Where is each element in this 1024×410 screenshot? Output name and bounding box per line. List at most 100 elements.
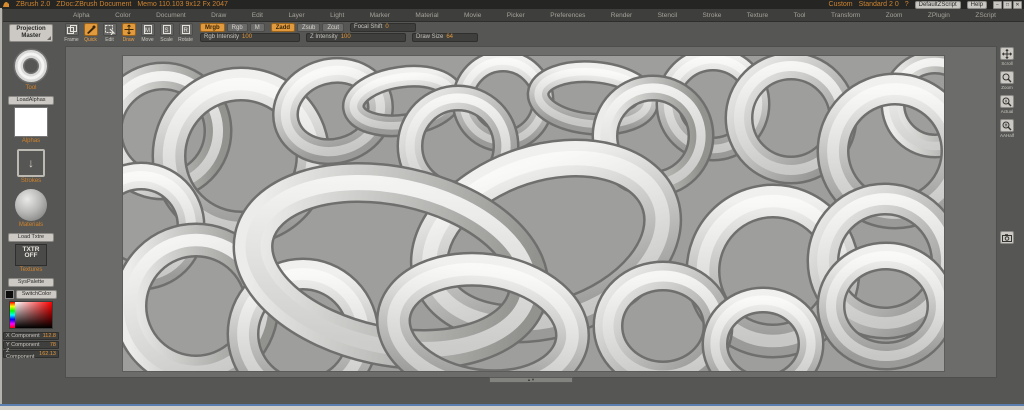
app-title: ZBrush 2.0 (16, 1, 51, 8)
left-shelf: Projection Master Tool LoadAlphas Alphas… (2, 24, 60, 360)
current-alpha-thumbnail[interactable] (14, 107, 48, 137)
projection-master-button[interactable]: Projection Master (9, 24, 53, 42)
scale-icon: S (159, 23, 174, 36)
saturation-value-square[interactable] (15, 302, 52, 328)
menu-stencil[interactable]: Stencil (658, 12, 678, 19)
current-texture-thumbnail[interactable]: TXTR OFF (15, 244, 47, 266)
material-label: Materials (18, 222, 44, 228)
close-button[interactable]: ✕ (1013, 0, 1022, 9)
menu-tool[interactable]: Tool (794, 12, 806, 19)
frame-mode-button[interactable]: Frame (63, 23, 80, 44)
menu-texture[interactable]: Texture (747, 12, 768, 19)
top-shelf: Frame Quick Edit Draw M Move S Scale R Rotate Mrg… (3, 22, 1024, 46)
alpha-label: Alphas (21, 138, 41, 144)
actual-button[interactable]: Actual (999, 95, 1015, 114)
current-tool-thumbnail[interactable] (13, 48, 49, 84)
snapshot-button[interactable] (1000, 231, 1014, 244)
scroll-button[interactable]: Scroll (999, 47, 1015, 66)
rgb-button[interactable]: Rgb (226, 23, 248, 32)
standard-label[interactable]: Standard 2 0 (859, 0, 899, 9)
menu-material[interactable]: Material (415, 12, 438, 19)
quick-mode-button[interactable]: Quick (82, 23, 99, 44)
canvas-area[interactable]: ▲▼ (65, 46, 997, 383)
draw-icon (121, 23, 136, 36)
color-picker[interactable] (9, 301, 53, 329)
switch-color-button[interactable]: SwitchColor (16, 290, 57, 299)
zoom-button[interactable]: Zoom (999, 71, 1015, 90)
load-alphas-button[interactable]: LoadAlphas (8, 96, 54, 105)
current-material-thumbnail[interactable] (15, 189, 47, 221)
menu-movie[interactable]: Movie (464, 12, 481, 19)
menu-draw[interactable]: Draw (211, 12, 226, 19)
focal-shift-slider[interactable]: Focal Shift 0 (350, 23, 417, 32)
menu-preferences[interactable]: Preferences (550, 12, 585, 19)
m-button[interactable]: M (249, 23, 265, 32)
edit-icon (102, 23, 117, 36)
menu-stroke[interactable]: Stroke (703, 12, 722, 19)
svg-text:R: R (183, 28, 188, 34)
sys-palette-button[interactable]: SysPalette (8, 278, 54, 287)
menu-edit[interactable]: Edit (252, 12, 263, 19)
zoom-icon (1000, 71, 1014, 84)
actual-icon (1000, 95, 1014, 108)
menu-document[interactable]: Document (156, 12, 186, 19)
zadd-button[interactable]: Zadd (270, 23, 296, 32)
custom-label[interactable]: Custom (829, 0, 853, 9)
torus-ring (409, 138, 683, 344)
draw-mode-button[interactable]: Draw (120, 23, 137, 44)
menu-render[interactable]: Render (611, 12, 632, 19)
help-button[interactable]: Help (966, 0, 987, 9)
zsub-button[interactable]: Zsub (297, 23, 321, 32)
menu-picker[interactable]: Picker (507, 12, 525, 19)
rotate-mode-button[interactable]: R Rotate (177, 23, 194, 44)
move-icon: M (140, 23, 155, 36)
down-arrow-icon: ↓ (28, 156, 34, 170)
load-texture-button[interactable]: Load Txtre (8, 233, 54, 242)
color-component-sliders: X Component 112.8 Y Component 78 Z Component… (3, 331, 59, 360)
scroll-icon (1000, 47, 1014, 60)
scale-mode-button[interactable]: S Scale (158, 23, 175, 44)
rotate-icon: R (178, 23, 193, 36)
menu-marker[interactable]: Marker (370, 12, 390, 19)
right-shelf: Scroll Zoom Actual AAHalf (999, 47, 1015, 138)
menu-zscript[interactable]: ZScript (975, 12, 996, 19)
menu-transform[interactable]: Transform (831, 12, 860, 19)
z-intensity-slider[interactable]: Z Intensity 100 (306, 33, 406, 42)
menu-color[interactable]: Color (115, 12, 131, 19)
aahalf-icon (1000, 119, 1014, 132)
doc-title: ZDoc:ZBrush Document (56, 1, 132, 8)
minimize-button[interactable]: − (993, 0, 1002, 9)
tray-divider-handle[interactable]: ▲▼ (489, 377, 573, 383)
z-component-slider[interactable]: Z Component 162.13 (3, 348, 59, 360)
help-question-mark[interactable]: ? (905, 0, 909, 9)
taskbar-sliver (0, 404, 1024, 410)
memo-readout: Memo 110.103 9x12 Fx 2047 (137, 1, 228, 8)
current-color-swatch[interactable] (5, 290, 14, 299)
zcut-button[interactable]: Zcut (322, 23, 345, 32)
menu-alpha[interactable]: Alpha (73, 12, 90, 19)
menu-zoom[interactable]: Zoom (886, 12, 903, 19)
default-zscript-button[interactable]: DefaultZScript (914, 0, 961, 9)
menu-zplugin[interactable]: ZPlugin (928, 12, 950, 19)
menubar: Alpha Color Document Draw Edit Layer Light Mark… (3, 9, 1024, 22)
zbrush-logo-icon (2, 1, 10, 8)
svg-text:S: S (164, 28, 168, 34)
rgb-intensity-slider[interactable]: Rgb Intensity 100 (200, 33, 300, 42)
restore-button[interactable]: □ (1003, 0, 1012, 9)
move-mode-button[interactable]: M Move (139, 23, 156, 44)
draw-size-slider[interactable]: Draw Size 64 (412, 33, 478, 42)
brush-settings: Mrgb Rgb M Zadd Zsub Zcut Focal Shift 0 Rgb I… (200, 23, 478, 42)
edit-mode-button[interactable]: Edit (101, 23, 118, 44)
quick-icon (83, 23, 98, 36)
frame-icon (64, 23, 79, 36)
current-stroke-thumbnail[interactable]: ↓ (17, 149, 45, 177)
menu-layer[interactable]: Layer (288, 12, 304, 19)
texture-label: Textures (19, 267, 43, 273)
mrgb-button[interactable]: Mrgb (200, 23, 225, 32)
x-component-slider[interactable]: X Component 112.8 (3, 332, 59, 340)
menu-light[interactable]: Light (330, 12, 344, 19)
titlebar: ZBrush 2.0 ZDoc:ZBrush Document Memo 110… (0, 0, 1024, 9)
aahalf-button[interactable]: AAHalf (999, 119, 1015, 138)
torus-canvas[interactable] (122, 55, 945, 372)
window-buttons: − □ ✕ (993, 0, 1022, 9)
